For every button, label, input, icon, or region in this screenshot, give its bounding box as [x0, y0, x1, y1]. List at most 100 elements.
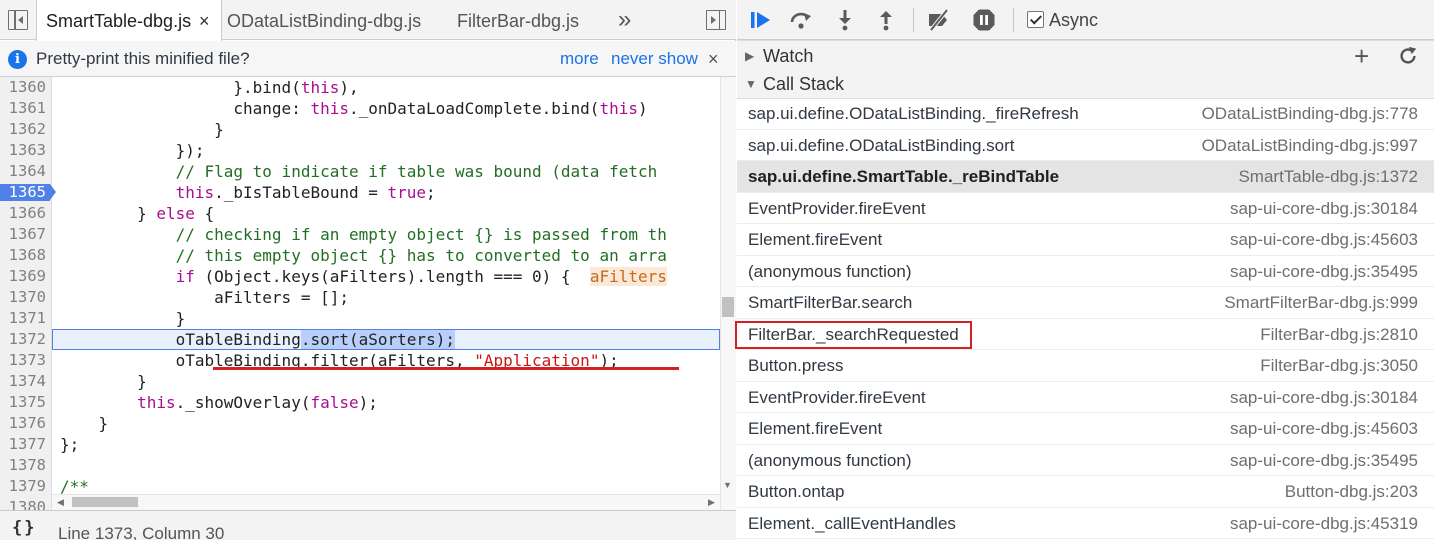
call-frame[interactable]: (anonymous function) sap-ui-core-dbg.js:3… — [737, 256, 1434, 287]
frame-location[interactable]: sap-ui-core-dbg.js:45319 — [1230, 508, 1418, 539]
frame-location[interactable]: ODataListBinding-dbg.js:778 — [1202, 98, 1418, 129]
async-checkbox[interactable] — [1027, 11, 1044, 28]
code-text: if (Object.keys(aFilters).length === 0) … — [175, 267, 667, 286]
tab-filterbar[interactable]: FilterBar-dbg.js — [457, 0, 579, 40]
line-number[interactable]: 1377 — [0, 434, 46, 455]
line-number[interactable]: 1368 — [0, 245, 46, 266]
code-text: // Flag to indicate if table was bound (… — [175, 162, 658, 181]
horizontal-scrollbar[interactable] — [52, 494, 720, 510]
call-frame[interactable]: FilterBar._searchRequested FilterBar-dbg.… — [735, 319, 1434, 350]
step-out-icon[interactable] — [874, 8, 898, 32]
frame-location[interactable]: SmartFilterBar-dbg.js:999 — [1224, 287, 1418, 318]
frame-location[interactable]: ODataListBinding-dbg.js:997 — [1202, 130, 1418, 161]
line-number[interactable]: 1374 — [0, 371, 46, 392]
line-number[interactable]: 1369 — [0, 266, 46, 287]
line-number[interactable]: 1373 — [0, 350, 46, 371]
frame-function: Element._callEventHandles — [748, 513, 956, 533]
toggle-debugger-icon[interactable] — [706, 10, 726, 30]
frame-function: Button.ontap — [748, 482, 845, 501]
call-frame[interactable]: Button.press FilterBar-dbg.js:3050 — [737, 350, 1434, 382]
add-watch-icon[interactable]: + — [1354, 43, 1369, 69]
call-frame[interactable]: Element.fireEvent sap-ui-core-dbg.js:4560… — [737, 224, 1434, 256]
more-tabs-icon[interactable]: » — [618, 6, 632, 34]
line-number[interactable]: 1376 — [0, 413, 46, 434]
refresh-icon[interactable] — [1397, 45, 1419, 67]
line-number[interactable]: 1378 — [0, 455, 46, 476]
step-over-icon[interactable] — [789, 8, 813, 32]
call-frame[interactable]: Element.fireEvent sap-ui-core-dbg.js:4560… — [737, 413, 1434, 445]
info-icon: i — [8, 50, 27, 69]
frame-location[interactable]: sap-ui-core-dbg.js:35495 — [1230, 256, 1418, 287]
editor-tab-bar: SmartTable-dbg.js × ODataListBinding-dbg… — [0, 0, 736, 41]
line-number[interactable]: 1370 — [0, 287, 46, 308]
watch-label: Watch — [763, 46, 814, 66]
call-frame[interactable]: (anonymous function) sap-ui-core-dbg.js:3… — [737, 445, 1434, 476]
frame-location[interactable]: sap-ui-core-dbg.js:45603 — [1230, 413, 1418, 444]
toolbar-separator — [1013, 8, 1014, 32]
call-frame[interactable]: sap.ui.define.SmartTable._reBindTable Sma… — [737, 161, 1434, 193]
frame-location[interactable]: sap-ui-core-dbg.js:35495 — [1230, 445, 1418, 476]
line-number[interactable]: 1365 — [0, 182, 46, 203]
line-number[interactable]: 1363 — [0, 140, 46, 161]
pause-on-exceptions-icon[interactable] — [972, 8, 996, 32]
line-number[interactable]: 1361 — [0, 98, 46, 119]
code-text: }); — [60, 141, 205, 160]
line-number[interactable]: 1375 — [0, 392, 46, 413]
step-into-icon[interactable] — [833, 8, 857, 32]
call-frame[interactable]: sap.ui.define.ODataListBinding.sort OData… — [737, 130, 1434, 161]
call-frame[interactable]: EventProvider.fireEvent sap-ui-core-dbg.j… — [737, 382, 1434, 413]
frame-location[interactable]: FilterBar-dbg.js:2810 — [1260, 319, 1418, 350]
sources-panel: SmartTable-dbg.js × ODataListBinding-dbg… — [0, 0, 736, 540]
call-stack-section-header[interactable]: ▼ Call Stack — [737, 69, 1434, 99]
never-show-link[interactable]: never show — [611, 41, 698, 77]
vertical-scroll-thumb[interactable] — [722, 297, 734, 317]
close-tab-icon[interactable]: × — [199, 0, 210, 42]
code-line: 1372 oTableBinding.sort(aSorters); — [0, 329, 720, 350]
frame-function: Element.fireEvent — [748, 230, 883, 249]
more-link[interactable]: more — [560, 41, 599, 77]
close-infobar-icon[interactable]: × — [708, 41, 719, 77]
code-line: 1361 change: this._onDataLoadComplete.bi… — [0, 98, 720, 119]
call-frame[interactable]: SmartFilterBar.search SmartFilterBar-dbg.… — [737, 287, 1434, 319]
tab-smarttable[interactable]: SmartTable-dbg.js × — [36, 0, 222, 41]
code-lines: 1360 }.bind(this), 1361 change: this._onD… — [0, 77, 720, 510]
code-line: 1369 if (Object.keys(aFilters).length ==… — [0, 266, 720, 287]
call-frame[interactable]: EventProvider.fireEvent sap-ui-core-dbg.j… — [737, 193, 1434, 224]
frame-location[interactable]: sap-ui-core-dbg.js:30184 — [1230, 193, 1418, 224]
expand-triangle-icon: ▶ — [745, 49, 755, 63]
code-line: 1374 } — [0, 371, 720, 392]
line-number[interactable]: 1362 — [0, 119, 46, 140]
call-frame[interactable]: Button.ontap Button-dbg.js:203 — [737, 476, 1434, 508]
line-number[interactable]: 1366 — [0, 203, 46, 224]
watch-section-header[interactable]: ▶ Watch + — [737, 40, 1434, 70]
line-number[interactable]: 1371 — [0, 308, 46, 329]
pretty-print-icon[interactable]: {} — [12, 513, 36, 540]
frame-location[interactable]: sap-ui-core-dbg.js:30184 — [1230, 382, 1418, 413]
deactivate-breakpoints-icon[interactable] — [927, 8, 951, 32]
line-number[interactable]: 1372 — [0, 329, 46, 350]
line-number[interactable]: 1360 — [0, 77, 46, 98]
code-editor[interactable]: 1360 }.bind(this), 1361 change: this._onD… — [0, 77, 736, 510]
line-number[interactable]: 1367 — [0, 224, 46, 245]
scroll-down-icon[interactable]: ▼ — [723, 480, 732, 490]
frame-function: sap.ui.define.ODataListBinding.sort — [748, 135, 1015, 155]
horizontal-scroll-thumb[interactable] — [72, 497, 138, 507]
line-number[interactable]: 1380 — [0, 497, 46, 510]
collapse-triangle-icon: ▼ — [745, 77, 757, 91]
call-frame[interactable]: Element._callEventHandles sap-ui-core-dbg… — [737, 508, 1434, 539]
frame-location[interactable]: FilterBar-dbg.js:3050 — [1260, 350, 1418, 381]
frame-location[interactable]: SmartTable-dbg.js:1372 — [1238, 161, 1418, 192]
resume-icon[interactable] — [749, 8, 773, 32]
vertical-scrollbar[interactable] — [720, 77, 736, 510]
scroll-right-icon[interactable]: ▶ — [708, 497, 715, 508]
code-text: } — [60, 309, 186, 328]
line-number[interactable]: 1364 — [0, 161, 46, 182]
line-number[interactable]: 1379 — [0, 476, 46, 497]
code-text: aFilters = []; — [60, 288, 349, 307]
tab-odatalistbinding[interactable]: ODataListBinding-dbg.js — [227, 0, 421, 40]
scroll-left-icon[interactable]: ◀ — [57, 497, 64, 508]
toggle-navigator-icon[interactable] — [8, 10, 28, 30]
frame-location[interactable]: Button-dbg.js:203 — [1285, 476, 1418, 507]
frame-location[interactable]: sap-ui-core-dbg.js:45603 — [1230, 224, 1418, 255]
call-frame[interactable]: sap.ui.define.ODataListBinding._fireRefr… — [737, 98, 1434, 130]
